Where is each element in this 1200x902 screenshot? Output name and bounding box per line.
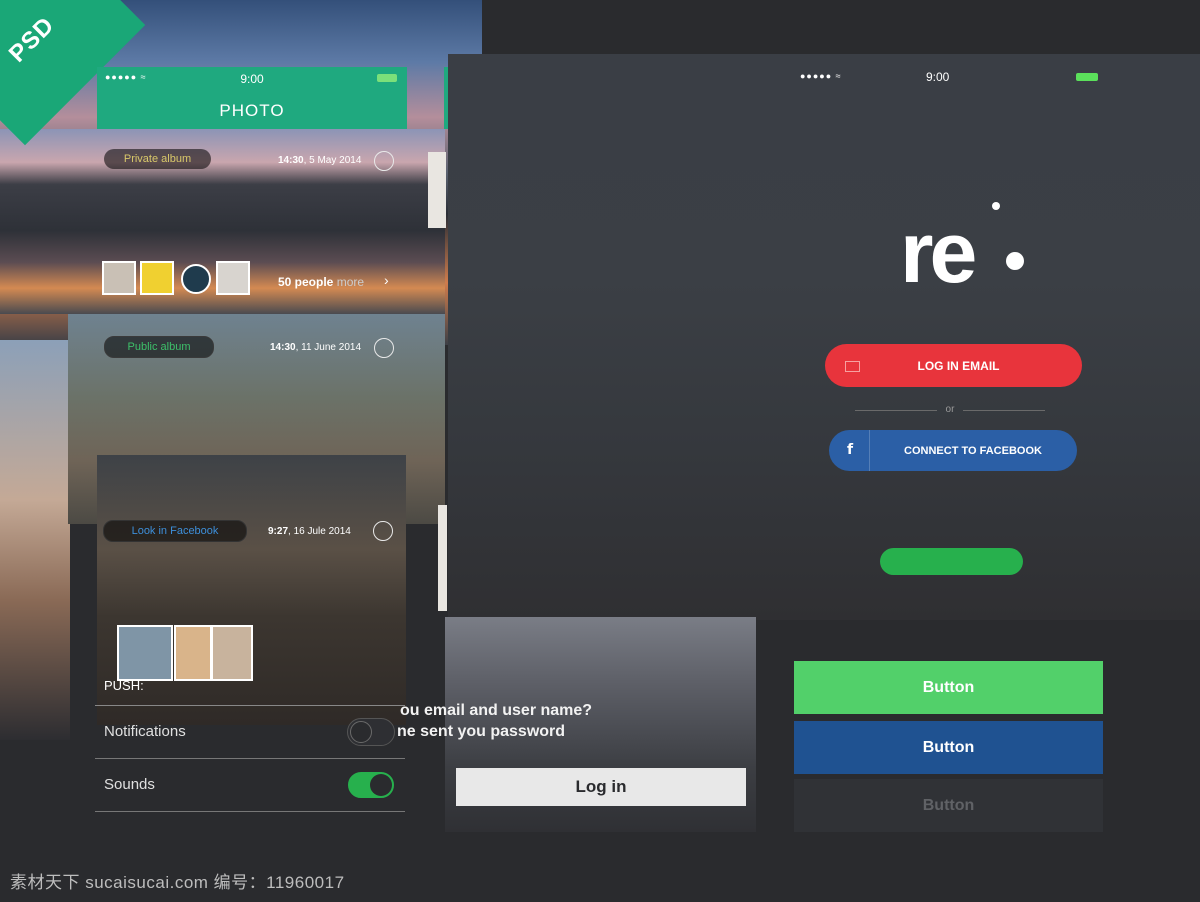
facebook-icon: f bbox=[847, 442, 854, 458]
chevron-right-icon[interactable]: › bbox=[384, 272, 389, 288]
divider bbox=[963, 410, 1045, 411]
signal-wifi-icon: ●●●●● ≈ bbox=[800, 71, 842, 81]
login-screen: ●●●●● ≈ 9:00 re LOG IN EMAIL or f CONNEC… bbox=[448, 54, 1200, 620]
divider bbox=[855, 410, 937, 411]
page-title: PHOTO bbox=[219, 101, 285, 120]
button-label: LOG IN EMAIL bbox=[917, 359, 1000, 373]
sample-button-green[interactable]: Button bbox=[794, 661, 1103, 714]
next-card-edge bbox=[438, 505, 447, 611]
album-tag: Public album bbox=[104, 336, 214, 358]
clock-icon bbox=[374, 338, 394, 358]
setting-label: Notifications bbox=[104, 723, 186, 740]
setting-row-notifications: Notifications bbox=[95, 706, 405, 759]
or-separator: or bbox=[945, 404, 955, 415]
watermark: 素材天下 sucaisucai.com 编号：11960017 bbox=[10, 873, 345, 892]
clock-icon bbox=[374, 151, 394, 171]
camera-icon[interactable] bbox=[181, 264, 211, 294]
album-timestamp: 14:30, 11 June 2014 bbox=[270, 342, 362, 353]
album-tag: Look in Facebook bbox=[103, 520, 247, 542]
status-time: 9:00 bbox=[240, 72, 264, 86]
forgot-text-line: ou email and user name? bbox=[400, 702, 593, 719]
app-logo: re bbox=[900, 205, 977, 301]
log-in-button[interactable]: Log in bbox=[456, 768, 746, 806]
sample-button-blue[interactable]: Button bbox=[794, 721, 1103, 774]
setting-row-sounds: Sounds bbox=[95, 759, 405, 812]
forgot-text-line: ne sent you password bbox=[397, 723, 566, 740]
logo-dot bbox=[1006, 252, 1024, 270]
battery-icon bbox=[377, 74, 397, 82]
album-timestamp: 9:27, 16 Jule 2014 bbox=[268, 526, 351, 537]
toggle-knob bbox=[370, 774, 392, 796]
battery-icon bbox=[1076, 73, 1098, 81]
notifications-toggle[interactable] bbox=[347, 718, 395, 746]
album-card-private[interactable]: Private album 14:30, 5 May 2014 50 peopl… bbox=[0, 129, 445, 314]
sounds-toggle[interactable] bbox=[347, 771, 395, 799]
avatar[interactable] bbox=[102, 261, 136, 295]
status-time: 9:00 bbox=[926, 70, 950, 84]
album-timestamp: 14:30, 5 May 2014 bbox=[278, 155, 362, 166]
settings-list: Notifications Sounds bbox=[95, 670, 405, 815]
toggle-knob bbox=[350, 721, 372, 743]
login-email-button[interactable]: LOG IN EMAIL bbox=[825, 344, 1082, 387]
clock-icon bbox=[373, 521, 393, 541]
next-card-edge bbox=[428, 152, 446, 228]
green-pill-button[interactable] bbox=[880, 548, 1023, 575]
people-more-link[interactable]: 50 people more bbox=[278, 275, 364, 289]
sample-button-disabled[interactable]: Button bbox=[794, 779, 1103, 832]
connect-facebook-button[interactable]: f CONNECT TO FACEBOOK bbox=[829, 430, 1077, 471]
photo-app-header: ●●●●● ≈ 9:00 PHOTO bbox=[97, 67, 407, 129]
avatar[interactable] bbox=[140, 261, 174, 295]
setting-label: Sounds bbox=[104, 776, 155, 793]
button-label: CONNECT TO FACEBOOK bbox=[904, 445, 1042, 457]
avatar[interactable] bbox=[216, 261, 250, 295]
logo-dot bbox=[992, 202, 1000, 210]
album-tag: Private album bbox=[104, 149, 211, 169]
background-strip bbox=[0, 340, 70, 740]
